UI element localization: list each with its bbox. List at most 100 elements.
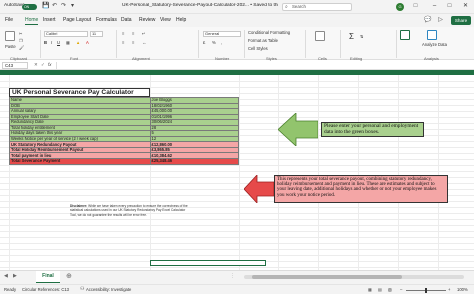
horizontal-scrollbar[interactable] xyxy=(244,275,464,279)
cell-styles-button[interactable]: Cell Styles xyxy=(248,46,268,51)
add-sheet-icon[interactable]: ⊕ xyxy=(66,272,72,280)
cancel-icon[interactable]: ✕ xyxy=(34,62,38,68)
format-as-table-button[interactable]: Format as Table xyxy=(248,38,278,43)
gridline xyxy=(0,81,474,82)
search-box[interactable]: ⌕ Search xyxy=(282,3,352,11)
divider xyxy=(198,30,199,58)
menu-home[interactable]: Home xyxy=(25,17,39,25)
customize-quick-access-icon[interactable]: ▾ xyxy=(69,3,76,10)
paste-icon[interactable] xyxy=(5,31,15,41)
autosum-icon[interactable]: Σ xyxy=(349,32,354,41)
search-icon: ⌕ xyxy=(285,4,288,10)
align-left-icon[interactable]: ≡ xyxy=(122,40,124,45)
status-accessibility[interactable]: Accessibility: Investigate xyxy=(86,287,131,292)
calculator-row: Total Severance Payment £25,348.46 xyxy=(9,158,240,165)
present-icon[interactable]: ▷ xyxy=(437,17,444,24)
fill-color-icon[interactable]: ▲ xyxy=(76,40,80,45)
menu-review[interactable]: Review xyxy=(139,17,155,23)
enter-icon[interactable]: ✓ xyxy=(41,62,45,68)
save-icon[interactable]: 💾 xyxy=(42,3,49,10)
borders-icon[interactable]: ▦ xyxy=(66,40,70,45)
sheet-tab-final[interactable]: Final xyxy=(36,271,60,283)
zoom-level[interactable]: 100% xyxy=(457,287,468,292)
menu-insert[interactable]: Insert xyxy=(43,17,56,23)
normal-view-icon[interactable]: ▦ xyxy=(368,287,372,292)
cells-icon[interactable] xyxy=(315,31,325,41)
underline-icon[interactable]: U xyxy=(57,40,60,45)
menu-help[interactable]: Help xyxy=(176,17,186,23)
italic-icon[interactable]: I xyxy=(51,40,52,45)
conditional-formatting-button[interactable]: Conditional Formatting xyxy=(248,30,290,35)
wrap-text-icon[interactable]: ↵ xyxy=(142,31,146,36)
accessibility-icon: ⚇ xyxy=(80,286,85,292)
menu-view[interactable]: View xyxy=(160,17,171,23)
gridline xyxy=(0,165,474,166)
merge-center-icon[interactable]: ↔ xyxy=(142,40,146,45)
align-middle-icon[interactable]: ≡ xyxy=(132,31,134,36)
gridline xyxy=(398,75,399,270)
row-value[interactable]: £25,348.46 xyxy=(149,158,240,165)
prev-sheet-icon[interactable]: ◀ xyxy=(4,273,8,279)
ribbon-display-icon[interactable]: □ xyxy=(412,3,419,10)
arrow-left-red-icon xyxy=(244,175,274,203)
menu-file[interactable]: File xyxy=(5,17,13,23)
name-box[interactable]: C43 xyxy=(2,62,28,69)
comments-icon[interactable]: 💬 xyxy=(424,17,431,24)
selected-cell-range[interactable] xyxy=(150,260,266,266)
font-color-icon[interactable]: A xyxy=(86,40,89,45)
gridline xyxy=(0,231,474,232)
analyze-data-icon[interactable] xyxy=(427,30,437,40)
page-break-view-icon[interactable]: ▧ xyxy=(388,287,392,292)
formula-bar: C43 ✕ ✓ fx xyxy=(0,61,474,70)
status-circular-references[interactable]: Circular References: C13 xyxy=(22,287,69,292)
maximize-icon[interactable]: □ xyxy=(445,2,454,11)
gridline xyxy=(358,75,359,270)
analyze-data-button[interactable]: Analyze Data xyxy=(422,42,447,47)
fx-icon[interactable]: fx xyxy=(48,62,51,67)
sort-filter-icon[interactable]: ⇅ xyxy=(360,34,364,39)
cut-icon[interactable]: ✂ xyxy=(19,31,23,36)
formula-input[interactable] xyxy=(56,62,470,69)
close-icon[interactable]: ✕ xyxy=(461,2,470,11)
bold-icon[interactable]: B xyxy=(44,40,47,45)
paste-label[interactable]: Paste xyxy=(5,44,16,49)
gridline xyxy=(0,237,474,238)
zoom-out-icon[interactable]: – xyxy=(400,287,402,292)
share-button[interactable]: Share xyxy=(451,16,471,25)
sensitivity-icon[interactable] xyxy=(400,30,410,40)
calculator-title: UK Personal Severance Pay Calculator xyxy=(9,88,150,97)
gridline xyxy=(0,243,474,244)
menu-data[interactable]: Data xyxy=(121,17,132,23)
menu-page-layout[interactable]: Page Layout xyxy=(63,17,91,23)
autosave-toggle[interactable]: ON xyxy=(22,4,37,10)
font-size-box[interactable]: 11 xyxy=(90,31,103,37)
scroll-options-icon[interactable]: ⋮ xyxy=(230,273,235,279)
calculator-table: Name Joe Bloggs DOB 18/02/1960 Annual salary… xyxy=(9,97,240,165)
undo-icon[interactable]: ↶ xyxy=(51,3,58,10)
redo-icon[interactable]: ↷ xyxy=(60,3,67,10)
avatar[interactable]: G xyxy=(396,3,404,11)
currency-icon[interactable]: £ xyxy=(203,40,205,45)
status-ready: Ready xyxy=(4,287,17,292)
align-top-icon[interactable]: ≡ xyxy=(122,31,124,36)
font-name-box[interactable]: Calibri xyxy=(44,31,88,37)
search-placeholder: Search xyxy=(292,4,306,9)
format-painter-icon[interactable]: 🖌 xyxy=(19,45,24,51)
page-layout-view-icon[interactable]: ▤ xyxy=(378,287,382,292)
zoom-in-icon[interactable]: + xyxy=(448,287,450,292)
zoom-slider-thumb[interactable] xyxy=(425,287,427,293)
percent-icon[interactable]: % xyxy=(212,40,216,45)
menu-formulas[interactable]: Formulas xyxy=(96,17,117,23)
next-sheet-icon[interactable]: ▶ xyxy=(13,273,17,279)
copy-icon[interactable]: ❐ xyxy=(19,38,23,43)
comma-icon[interactable]: , xyxy=(221,40,222,45)
minimize-icon[interactable]: – xyxy=(430,2,439,11)
scrollbar-thumb[interactable] xyxy=(252,275,402,279)
number-format-box[interactable]: General xyxy=(203,31,241,37)
disclaimer-body: While we have taken every precaution to … xyxy=(70,204,188,217)
gridline xyxy=(438,75,439,270)
row-label[interactable]: Total Severance Payment xyxy=(9,158,151,165)
divider xyxy=(116,30,117,58)
zoom-slider[interactable] xyxy=(406,287,446,293)
align-center-icon[interactable]: ≡ xyxy=(132,40,134,45)
